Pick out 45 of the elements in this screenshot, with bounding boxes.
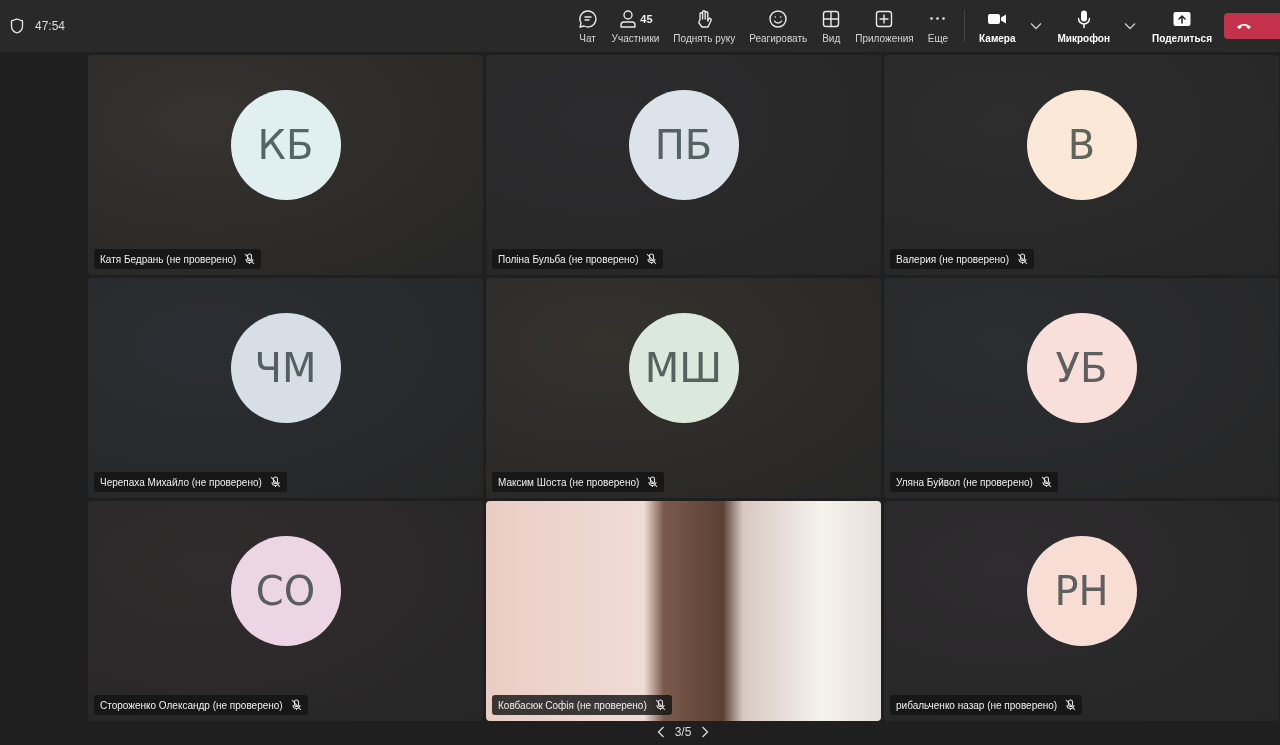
avatar-initials: МШ <box>628 313 739 423</box>
people-icon <box>618 8 639 29</box>
avatar-initials: В <box>1026 90 1137 200</box>
avatar-initials: ПБ <box>628 90 739 200</box>
chat-button[interactable]: Чат <box>573 4 602 48</box>
participant-count: 45 <box>640 12 653 25</box>
avatar-initials: КБ <box>230 90 341 200</box>
participant-name: Ковбасюк Софія (не проверено) <box>498 699 647 711</box>
page-indicator: 3/5 <box>674 725 692 739</box>
hand-button[interactable]: Поднять руку <box>669 4 740 48</box>
avatar-initials: СО <box>230 536 341 646</box>
participant-name: Максим Шоста (не проверено) <box>498 476 640 488</box>
people-button[interactable]: 45 Участники <box>607 4 664 48</box>
participant-name: Уляна Буйвол (не проверено) <box>896 476 1033 488</box>
plus-square-icon <box>874 8 895 29</box>
smiley-icon <box>768 8 789 29</box>
meeting-timer: 47:54 <box>35 19 66 33</box>
mic-button[interactable]: Микрофон <box>1053 4 1114 48</box>
grid-icon <box>821 8 842 29</box>
participant-name: Черепаха Михайло (не проверено) <box>100 476 262 488</box>
more-icon <box>930 17 946 20</box>
apps-button[interactable]: Приложения <box>851 4 918 48</box>
share-button[interactable]: Поделиться <box>1148 4 1216 48</box>
participant-name: Катя Бедрань (не проверено) <box>100 253 237 265</box>
participant-name: рибальченко назар (не проверено) <box>896 699 1058 711</box>
avatar-initials: РН <box>1026 536 1137 646</box>
shield-icon <box>10 18 24 34</box>
chat-icon <box>577 8 598 29</box>
chevron-down-icon[interactable] <box>1029 22 1042 30</box>
chevron-down-icon[interactable] <box>1124 22 1136 30</box>
next-page-button[interactable] <box>701 726 710 738</box>
react-button[interactable]: Реагировать <box>745 4 812 48</box>
chevron-right-icon <box>701 726 710 738</box>
camera-button[interactable]: Камера <box>975 4 1020 48</box>
view-button[interactable]: Вид <box>817 4 846 48</box>
avatar-initials: ЧМ <box>230 313 341 423</box>
previous-page-button[interactable] <box>656 726 665 738</box>
participant-name: Поліна Бульба (не проверено) <box>498 253 639 265</box>
participant-name: Валерия (не проверено) <box>896 253 1009 265</box>
more-button[interactable]: Еще <box>923 4 953 48</box>
hang-up-button[interactable] <box>1224 13 1280 39</box>
avatar-initials: УБ <box>1026 313 1137 423</box>
chevron-left-icon <box>656 726 665 738</box>
participant-name: Стороженко Олександр (не проверено) <box>100 699 283 711</box>
phone-icon <box>1236 22 1252 30</box>
